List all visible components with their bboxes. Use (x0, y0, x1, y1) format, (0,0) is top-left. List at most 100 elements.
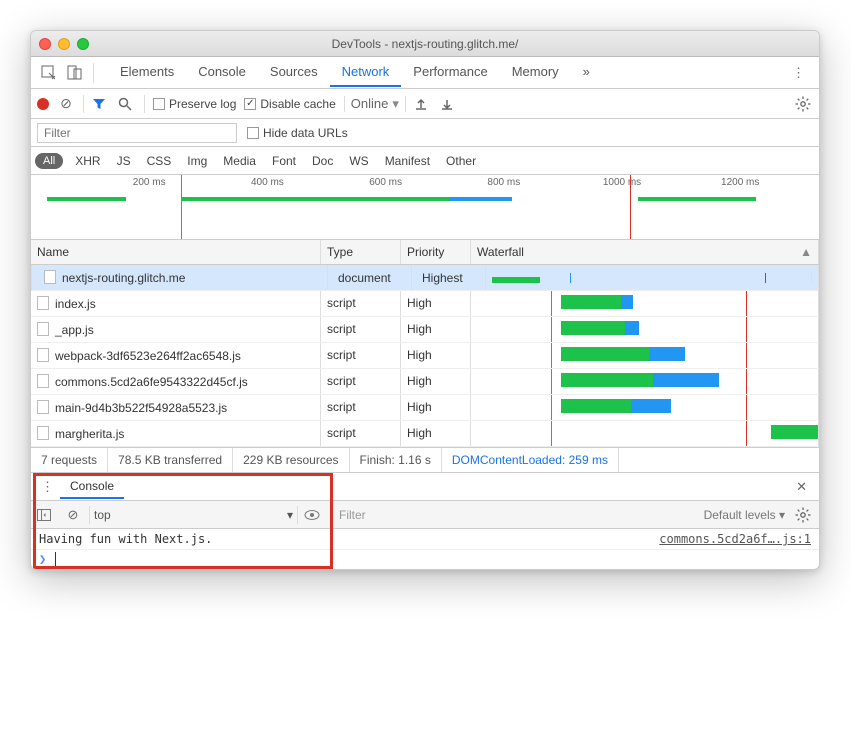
table-row[interactable]: margherita.jsscriptHigh (31, 421, 819, 447)
file-icon (37, 296, 49, 310)
type-filter-css[interactable]: CSS (143, 152, 176, 170)
separator (144, 95, 145, 113)
network-table-header: Name Type Priority Waterfall▲ (31, 240, 819, 265)
type-filter-xhr[interactable]: XHR (71, 152, 104, 170)
tabs-group: Elements Console Sources Network Perform… (108, 58, 782, 87)
type-filter-media[interactable]: Media (219, 152, 260, 170)
console-clear-icon[interactable]: ⊘ (63, 507, 83, 523)
status-bar: 7 requests 78.5 KB transferred 229 KB re… (31, 447, 819, 473)
overview-bar (449, 197, 512, 201)
console-log-message: Having fun with Next.js. (39, 532, 212, 546)
type-filter-other[interactable]: Other (442, 152, 480, 170)
table-row[interactable]: commons.5cd2a6fe9543322d45cf.jsscriptHig… (31, 369, 819, 395)
hide-data-urls-checkbox[interactable]: Hide data URLs (247, 126, 348, 140)
console-toolbar: ⊘ top▾ Filter Default levels ▾ (31, 501, 819, 529)
status-requests: 7 requests (31, 448, 108, 472)
type-filter-all[interactable]: All (35, 153, 63, 169)
console-prompt[interactable]: ❯ (31, 550, 819, 568)
status-dcl: DOMContentLoaded: 259 ms (442, 448, 619, 472)
upload-har-icon[interactable] (414, 97, 432, 111)
console-levels-select[interactable]: Default levels ▾ (704, 508, 785, 522)
console-context-select[interactable]: top▾ (89, 506, 298, 524)
file-icon (44, 270, 56, 284)
console-body: Having fun with Next.js. commons.5cd2a6f… (31, 529, 819, 569)
header-name[interactable]: Name (31, 240, 321, 264)
tab-network[interactable]: Network (330, 58, 402, 87)
console-drawer: ⋮ Console ✕ ⊘ top▾ Filter Default levels… (31, 473, 819, 569)
ruler-tick: 800 ms (487, 177, 520, 188)
status-finish: Finish: 1.16 s (350, 448, 442, 472)
header-priority[interactable]: Priority (401, 240, 471, 264)
table-row[interactable]: _app.jsscriptHigh (31, 317, 819, 343)
type-filter-js[interactable]: JS (113, 152, 135, 170)
record-button[interactable] (37, 98, 49, 110)
main-tabstrip: Elements Console Sources Network Perform… (31, 57, 819, 89)
device-mode-icon[interactable] (63, 61, 87, 85)
inspect-element-icon[interactable] (37, 61, 61, 85)
titlebar: DevTools - nextjs-routing.glitch.me/ (31, 31, 819, 57)
table-row[interactable]: nextjs-routing.glitch.medocumentHighest (31, 265, 819, 291)
network-table-body: nextjs-routing.glitch.medocumentHighesti… (31, 265, 819, 447)
timeline-overview[interactable]: 200 ms 400 ms 600 ms 800 ms 1000 ms 1200… (31, 175, 819, 240)
clear-icon[interactable]: ⊘ (57, 95, 75, 112)
tabs-overflow-icon[interactable]: » (571, 58, 602, 87)
type-filter-row: All XHR JS CSS Img Media Font Doc WS Man… (31, 147, 819, 175)
tab-elements[interactable]: Elements (108, 58, 186, 87)
download-har-icon[interactable] (440, 97, 458, 111)
type-filter-img[interactable]: Img (183, 152, 211, 170)
overview-bar (47, 197, 126, 201)
ruler-tick: 1200 ms (721, 177, 759, 188)
disable-cache-label: Disable cache (260, 97, 335, 111)
drawer-tab-console[interactable]: Console (60, 475, 124, 499)
live-expression-icon[interactable] (304, 509, 324, 521)
hide-data-urls-label: Hide data URLs (263, 126, 348, 140)
ruler-tick: 1000 ms (603, 177, 641, 188)
console-settings-icon[interactable] (795, 507, 811, 523)
drawer-menu-icon[interactable]: ⋮ (35, 479, 60, 495)
preserve-log-checkbox[interactable]: Preserve log (153, 97, 236, 111)
console-sidebar-toggle-icon[interactable] (37, 509, 57, 521)
console-context-value: top (94, 508, 111, 522)
console-filter-input[interactable]: Filter (339, 508, 694, 522)
filter-row: Hide data URLs (31, 119, 819, 147)
console-log-line[interactable]: Having fun with Next.js. commons.5cd2a6f… (31, 529, 819, 550)
search-icon[interactable] (118, 97, 136, 111)
dcl-marker (181, 175, 182, 239)
drawer-close-icon[interactable]: ✕ (788, 479, 815, 495)
tab-console[interactable]: Console (186, 58, 258, 87)
type-filter-doc[interactable]: Doc (308, 152, 337, 170)
type-filter-font[interactable]: Font (268, 152, 300, 170)
overview-bar (181, 197, 449, 201)
ruler-tick: 600 ms (369, 177, 402, 188)
tab-performance[interactable]: Performance (401, 58, 499, 87)
filter-input[interactable] (37, 123, 237, 143)
settings-icon[interactable] (795, 96, 813, 112)
ruler-tick: 200 ms (133, 177, 166, 188)
table-row[interactable]: main-9d4b3b522f54928a5523.jsscriptHigh (31, 395, 819, 421)
overview-bar (638, 197, 756, 201)
drawer-tabstrip: ⋮ Console ✕ (31, 473, 819, 501)
tab-memory[interactable]: Memory (500, 58, 571, 87)
throttling-value: Online (351, 96, 389, 111)
table-row[interactable]: webpack-3df6523e264ff2ac6548.jsscriptHig… (31, 343, 819, 369)
time-ruler: 200 ms 400 ms 600 ms 800 ms 1000 ms 1200… (31, 175, 819, 193)
preserve-log-label: Preserve log (169, 97, 236, 111)
type-filter-ws[interactable]: WS (345, 152, 372, 170)
disable-cache-checkbox[interactable]: ✓Disable cache (244, 97, 335, 111)
throttling-select[interactable]: Online▾ (344, 96, 406, 112)
filter-toggle-icon[interactable] (92, 97, 110, 111)
tab-sources[interactable]: Sources (258, 58, 330, 87)
type-filter-manifest[interactable]: Manifest (381, 152, 434, 170)
more-menu-icon[interactable]: ⋮ (784, 65, 813, 81)
console-log-source[interactable]: commons.5cd2a6f….js:1 (659, 532, 811, 546)
window-title: DevTools - nextjs-routing.glitch.me/ (31, 37, 819, 51)
separator (93, 63, 94, 83)
table-row[interactable]: index.jsscriptHigh (31, 291, 819, 317)
load-marker (630, 175, 631, 239)
header-type[interactable]: Type (321, 240, 401, 264)
header-waterfall[interactable]: Waterfall▲ (471, 240, 819, 264)
ruler-tick: 400 ms (251, 177, 284, 188)
network-toolbar: ⊘ Preserve log ✓Disable cache Online▾ (31, 89, 819, 119)
file-icon (37, 426, 49, 440)
separator (83, 95, 84, 113)
